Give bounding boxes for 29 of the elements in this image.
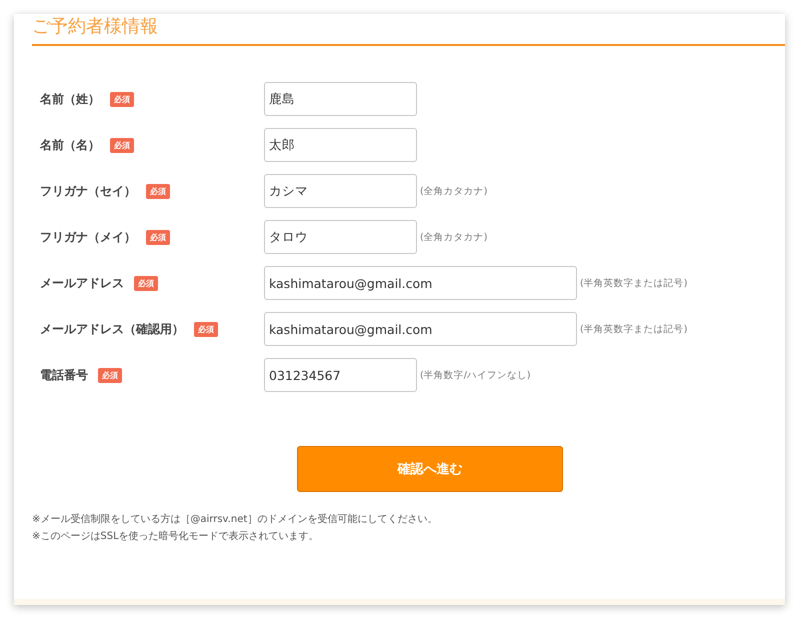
field-hint: (全角カタカナ) — [420, 230, 488, 244]
field-hint: (半角数字/ハイフンなし) — [420, 368, 531, 382]
field-hint: (全角カタカナ) — [420, 184, 488, 198]
required-badge: 必須 — [194, 322, 218, 336]
required-badge: 必須 — [98, 368, 122, 382]
field-label: メールアドレス — [40, 274, 124, 292]
field-label: 名前（名） — [40, 136, 100, 154]
input-field[interactable]: kashimatarou@gmail.com — [264, 266, 577, 300]
input-field[interactable]: タロウ — [264, 220, 417, 254]
required-badge: 必須 — [146, 184, 170, 198]
input-field[interactable]: 031234567 — [264, 358, 417, 392]
note-text: ※メール受信制限をしている方は［@airrsv.net］のドメインを受信可能にしてください。 — [32, 512, 438, 526]
required-badge: 必須 — [110, 138, 134, 152]
field-label: フリガナ（メイ） — [40, 228, 136, 246]
input-field[interactable]: 鹿島 — [264, 82, 417, 116]
input-field[interactable]: カシマ — [264, 174, 417, 208]
required-badge: 必須 — [146, 230, 170, 244]
required-badge: 必須 — [110, 92, 134, 106]
required-badge: 必須 — [134, 276, 158, 290]
field-label: 電話番号 — [40, 366, 88, 384]
field-label: メールアドレス（確認用） — [40, 320, 184, 338]
input-field[interactable]: kashimatarou@gmail.com — [264, 312, 577, 346]
note-text: ※このページはSSLを使った暗号化モードで表示されています。 — [32, 530, 320, 543]
field-hint: (半角英数字または記号) — [580, 276, 688, 290]
field-hint: (半角英数字または記号) — [580, 322, 688, 336]
field-label: 名前（姓） — [40, 90, 100, 108]
field-label: フリガナ（セイ） — [40, 182, 136, 200]
input-field[interactable]: 太郎 — [264, 128, 417, 162]
section-title: ご予約者様情報 — [32, 15, 158, 38]
